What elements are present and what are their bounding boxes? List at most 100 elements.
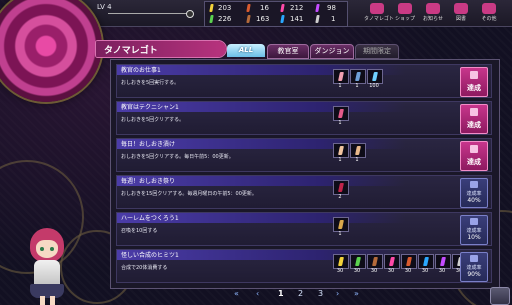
app-root: LV 4 203 16 212 98 226 163 141 1 タノマレゴト …	[0, 0, 512, 305]
last-page-button[interactable]: »	[354, 289, 359, 298]
resource-value: 163	[256, 15, 270, 23]
trophy-icon	[470, 181, 478, 188]
quest-desc: おしおきを5回クリアする。	[121, 117, 185, 123]
claim-button[interactable]: 達成	[460, 141, 488, 171]
reward-qty: 30	[438, 268, 446, 274]
status-label: 達成	[467, 121, 481, 129]
quest-desc: 召喚を10回する	[121, 228, 158, 234]
reward-qty: 30	[370, 268, 378, 274]
exp-marker-icon	[186, 10, 194, 18]
tab-dungeon[interactable]: ダンジョン	[310, 44, 354, 59]
reward-item: 30	[418, 254, 434, 276]
reward-qty: 30	[421, 268, 429, 274]
resource-value: 141	[290, 15, 304, 23]
gem-icon	[246, 4, 251, 12]
resource-value: 16	[260, 4, 269, 12]
reward-qty: 30	[336, 268, 344, 274]
shop-icon	[398, 3, 412, 14]
level-label: LV 4	[97, 3, 112, 11]
quest-title: 毎週！おしおき祭り	[121, 178, 176, 185]
tab-limited-time[interactable]: 期間限定	[355, 44, 399, 59]
reward-qty: 1	[338, 231, 342, 237]
quest-desc: 合成で20体消費する	[121, 265, 168, 271]
camera-icon[interactable]	[490, 287, 510, 305]
claim-button[interactable]: 達成	[460, 104, 488, 134]
quest-row: 毎週！おしおき祭り おしおきを15回クリアする。毎週月曜日の午前5：00更新。 …	[116, 175, 492, 209]
main-nav: タノマレゴト ショップ お知らせ 図書 その他	[348, 1, 512, 25]
reward-item: 100	[367, 69, 383, 91]
quest-title-bar: 毎週！おしおき祭り	[117, 176, 405, 186]
nav-label: 図書	[455, 16, 466, 22]
page-title: タノマレゴト	[96, 41, 226, 57]
book-icon	[454, 3, 468, 14]
quest-title: 教官のお仕事1	[121, 67, 161, 74]
quest-desc: おしおきを5回実行する。	[121, 80, 180, 86]
rose-emblem-icon	[0, 0, 102, 102]
reward-icon	[435, 254, 451, 269]
quest-title: 毎日！おしおき漬け	[121, 141, 176, 148]
reward-icon	[333, 69, 349, 84]
resource-value: 98	[327, 4, 336, 12]
tab-all[interactable]: ALL	[227, 44, 265, 57]
menu-icon	[482, 3, 496, 14]
reward-icon	[401, 254, 417, 269]
gem-icon	[209, 15, 214, 23]
resource-value: 212	[290, 4, 304, 12]
page-1-button[interactable]: 1	[278, 289, 284, 298]
progress-badge: 達成率 40%	[460, 178, 488, 208]
resource-panel: 203 16 212 98 226 163 141 1	[204, 1, 348, 27]
progress-badge: 達成率 10%	[460, 215, 488, 245]
nav-label: タノマレゴト	[364, 16, 394, 22]
mail-icon	[426, 3, 440, 14]
quest-list: 教官のお仕事1 おしおきを5回実行する。 1 1 100 達成 教官はテクニシャ…	[110, 59, 500, 289]
character-avatar	[24, 228, 70, 305]
claim-button[interactable]: 達成	[460, 67, 488, 97]
quest-row: ハーレムをつくろう1 召喚を10回する 1 達成率 10%	[116, 212, 492, 246]
gem-icon	[315, 4, 320, 12]
quest-title-bar: 教官はテクニシャン1	[117, 102, 405, 112]
nav-quest-button[interactable]: タノマレゴト	[364, 1, 394, 25]
quest-row: 毎日！おしおき漬け おしおきを5回クリアする。毎日午前5：00更新。 1 1 達…	[116, 138, 492, 172]
page-2-button[interactable]: 2	[298, 289, 303, 298]
reward-item: 30	[333, 254, 349, 276]
resource-value: 226	[218, 15, 232, 23]
reward-item: 1	[333, 69, 349, 91]
prev-page-button[interactable]: ‹	[256, 289, 259, 298]
quest-title-bar: ハーレムをつくろう1	[117, 213, 405, 223]
reward-item: 30	[401, 254, 417, 276]
reward-item: 1	[333, 106, 349, 128]
reward-item: 30	[350, 254, 366, 276]
pagination: « ‹ 1 2 3 › »	[232, 289, 362, 301]
progress-badge: 達成率 90%	[460, 252, 488, 282]
tab-instructor-room[interactable]: 教官室	[267, 44, 309, 59]
scroll-icon	[370, 3, 384, 14]
reward-icon	[333, 106, 349, 121]
quest-row: 教官のお仕事1 おしおきを5回実行する。 1 1 100 達成	[116, 64, 492, 98]
nav-shop-button[interactable]: ショップ	[392, 1, 418, 25]
reward-icon	[333, 143, 349, 158]
nav-library-button[interactable]: 図書	[448, 1, 474, 25]
reward-item: 1	[350, 143, 366, 165]
reward-qty: 2	[338, 194, 342, 200]
nav-label: ショップ	[394, 16, 415, 22]
next-page-button[interactable]: ›	[336, 289, 339, 298]
reward-icon	[350, 254, 366, 269]
nav-other-button[interactable]: その他	[476, 1, 502, 25]
first-page-button[interactable]: «	[234, 289, 239, 298]
trophy-icon	[470, 218, 478, 225]
status-label: 達成率	[466, 265, 482, 271]
reward-icon	[384, 254, 400, 269]
quest-desc: おしおきを15回クリアする。毎週月曜日の午前5：00更新。	[121, 191, 257, 197]
trophy-icon	[470, 255, 478, 262]
status-label: 達成	[467, 84, 481, 92]
reward-item: 30	[384, 254, 400, 276]
resource-value: 203	[218, 4, 232, 12]
reward-qty: 30	[387, 268, 395, 274]
quest-title: ハーレムをつくろう1	[121, 215, 179, 222]
reward-icon	[367, 69, 383, 84]
nav-news-button[interactable]: お知らせ	[420, 1, 446, 25]
reward-qty: 1	[355, 83, 359, 89]
page-3-button[interactable]: 3	[318, 289, 323, 298]
reward-icon	[350, 143, 366, 158]
progress-percent: 40%	[467, 197, 481, 204]
